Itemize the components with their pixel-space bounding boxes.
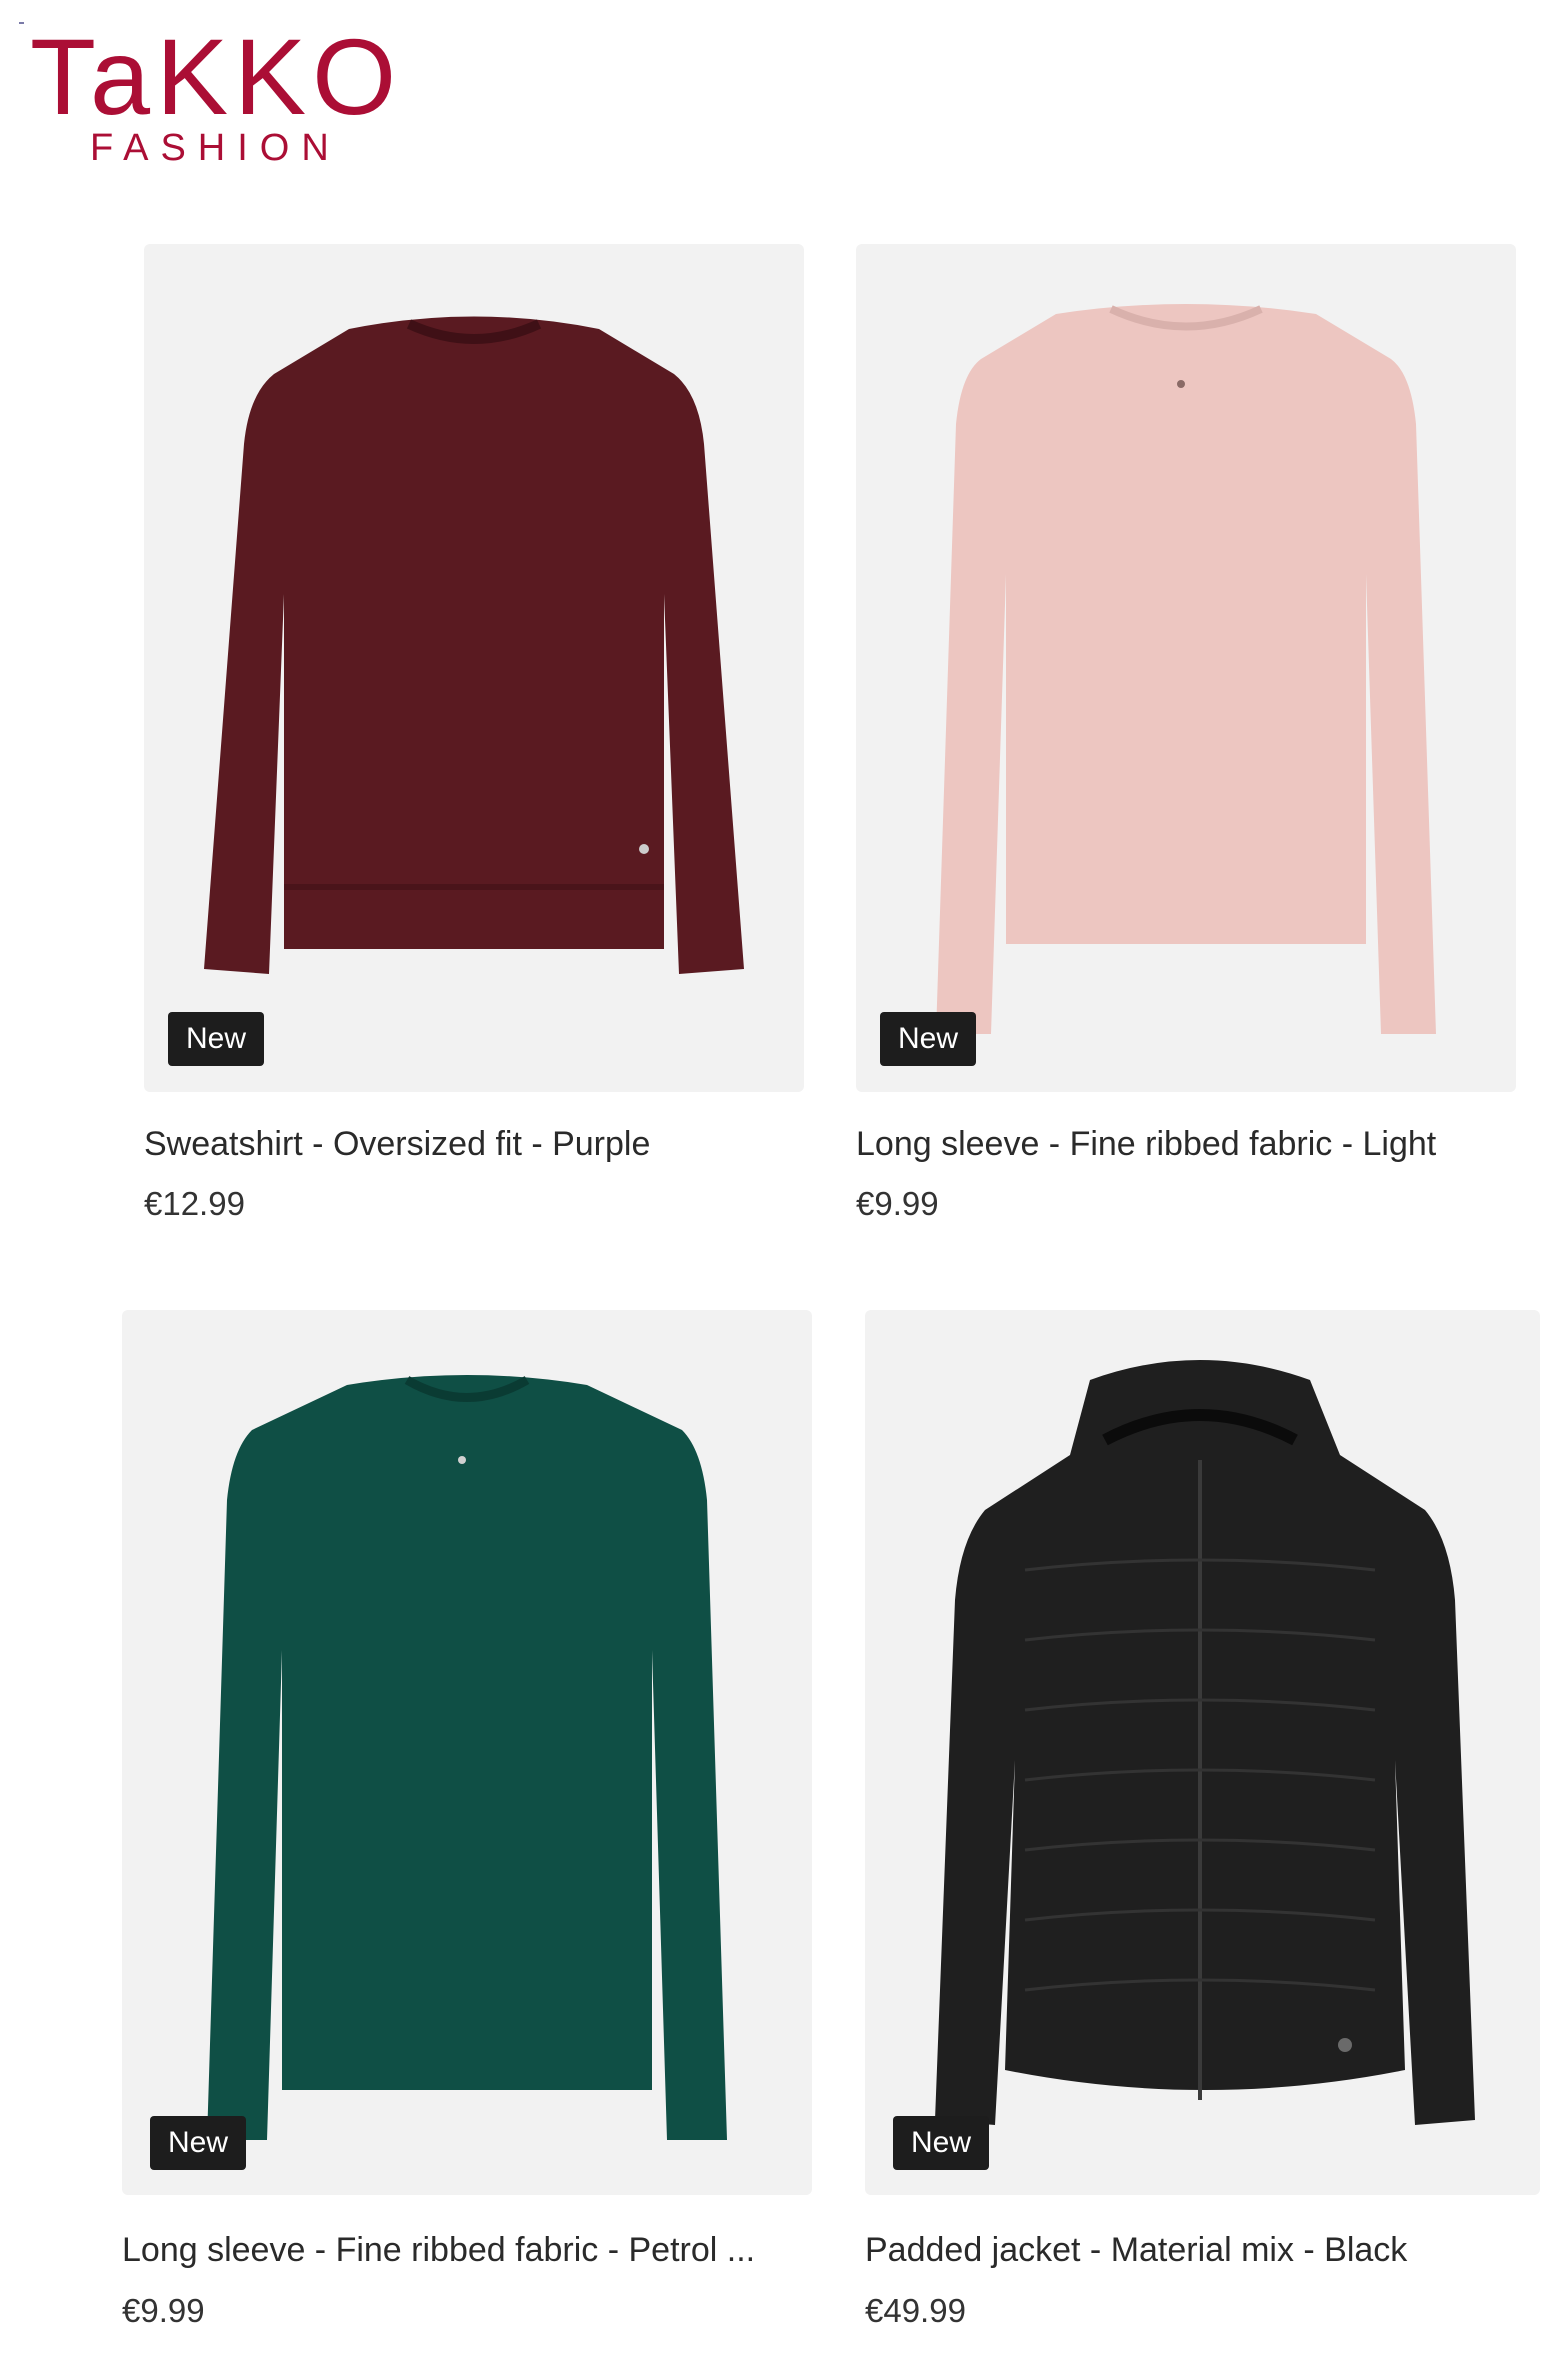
long-sleeve-image bbox=[936, 304, 1436, 1034]
product-image[interactable]: New bbox=[856, 244, 1516, 1092]
product-price: €9.99 bbox=[122, 2292, 205, 2329]
product-image[interactable]: New bbox=[865, 1310, 1540, 2195]
product-price: €49.99 bbox=[865, 2292, 966, 2329]
new-badge: New bbox=[168, 1012, 265, 1066]
sweatshirt-image bbox=[204, 316, 744, 974]
new-badge: New bbox=[880, 1012, 977, 1066]
brand-logo[interactable]: TaKKO FASHION bbox=[30, 22, 420, 172]
new-badge: New bbox=[150, 2116, 247, 2170]
product-card-long-sleeve-petrol[interactable]: New Long sleeve - Fine ribbed fabric - P… bbox=[122, 1310, 812, 2359]
product-image[interactable]: New bbox=[144, 244, 804, 1092]
product-card-long-sleeve-light[interactable]: New Long sleeve - Fine ribbed fabric - L… bbox=[856, 244, 1516, 1234]
product-card-sweatshirt-purple[interactable]: New Sweatshirt - Oversized fit - Purple … bbox=[144, 244, 804, 1234]
new-badge: New bbox=[893, 2116, 990, 2170]
long-sleeve-image bbox=[207, 1375, 727, 2140]
product-image[interactable]: New bbox=[122, 1310, 812, 2195]
product-title[interactable]: Sweatshirt - Oversized fit - Purple bbox=[144, 1124, 804, 1164]
product-title[interactable]: Long sleeve - Fine ribbed fabric - Petro… bbox=[122, 2230, 812, 2270]
corner-dot bbox=[19, 22, 24, 24]
product-title[interactable]: Padded jacket - Material mix - Black bbox=[865, 2230, 1540, 2270]
product-price: €9.99 bbox=[856, 1185, 939, 1222]
product-card-padded-jacket-black[interactable]: New Padded jacket - Material mix - Black… bbox=[865, 1310, 1540, 2359]
logo-tagline: FASHION bbox=[90, 127, 341, 169]
product-title[interactable]: Long sleeve - Fine ribbed fabric - Light bbox=[856, 1124, 1516, 1164]
product-price: €12.99 bbox=[144, 1185, 245, 1222]
logo-wordmark: TaKKO bbox=[30, 16, 403, 137]
padded-jacket-image bbox=[935, 1360, 1475, 2125]
